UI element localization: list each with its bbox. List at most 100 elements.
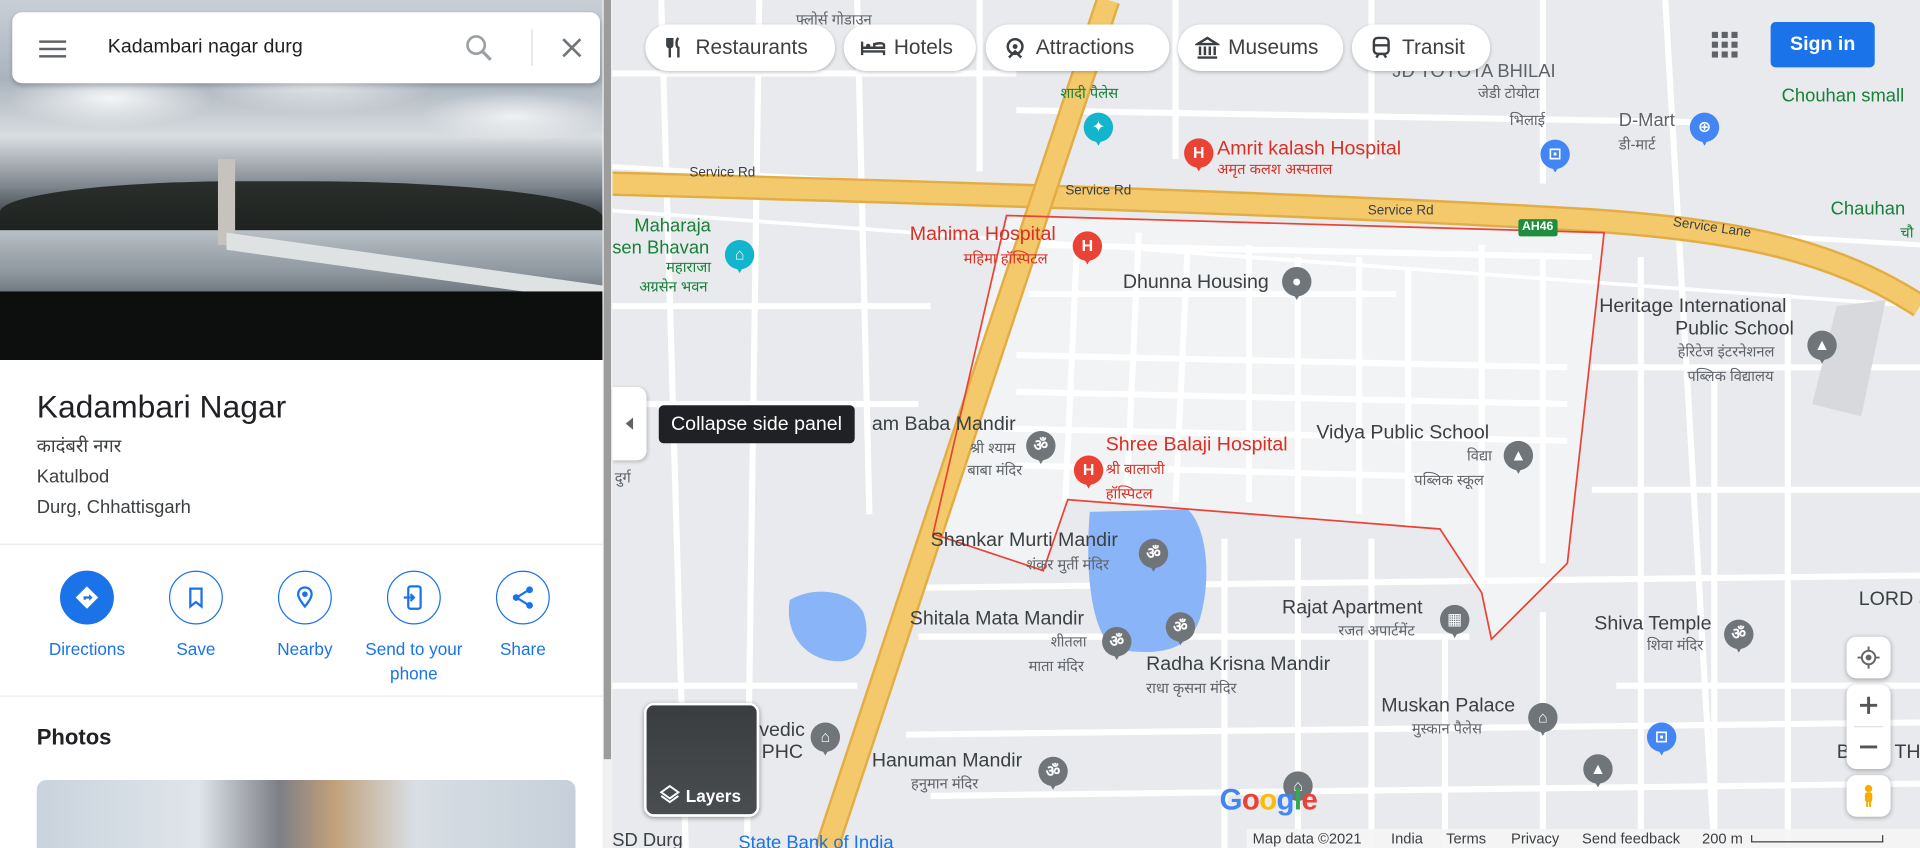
label-amrit-kalash-hospital: Amrit kalash Hospital	[1217, 138, 1402, 160]
landmark-pin-icon-muskan[interactable]: ⌂	[1528, 702, 1558, 736]
label-sd-durg: SD Durg	[612, 830, 683, 848]
footer-privacy-link[interactable]: Privacy	[1511, 829, 1559, 848]
label-shyam-baba-mandir: am Baba Mandir	[871, 413, 1016, 435]
photos-section-title: Photos	[36, 724, 112, 750]
hotel-icon	[860, 41, 886, 56]
sign-in-button[interactable]: Sign in	[1770, 22, 1875, 68]
side-panel: Kadambari Nagar कादंबरी नगर Katulbod Dur…	[0, 0, 613, 848]
label-public-school: Public School	[1675, 318, 1794, 340]
label-dhunna-housing: Dhunna Housing	[1122, 271, 1269, 293]
temple-pin-icon-pond[interactable]: ॐ	[1165, 612, 1196, 646]
label-heritage-hi1: हेरिटेज इंटरनेशनल	[1677, 342, 1775, 361]
shopping-bag-icon-2[interactable]: ⊡	[1646, 722, 1677, 756]
chip-attractions[interactable]: Attractions	[985, 24, 1170, 72]
footer-country[interactable]: India	[1391, 829, 1423, 848]
divider	[0, 695, 603, 697]
hospital-pin-icon-amrit[interactable]: H	[1184, 138, 1214, 172]
zoom-divider	[1853, 726, 1884, 728]
label-rajat-hi: रजत अपार्टमेंट	[1338, 622, 1415, 640]
close-icon[interactable]	[557, 33, 586, 62]
chip-restaurants[interactable]: Restaurants	[645, 24, 836, 72]
label-dmart: D-Mart	[1618, 110, 1675, 132]
shopping-cart-icon[interactable]: ⊕	[1689, 112, 1720, 146]
attraction-pin-icon[interactable]: ✦	[1083, 112, 1114, 146]
landmark-pin-icon-phc[interactable]: ⌂	[810, 722, 841, 756]
nearby-icon	[277, 570, 332, 625]
directions-button[interactable]: Directions	[32, 570, 142, 662]
nearby-button[interactable]: Nearby	[250, 570, 360, 662]
museum-icon	[1195, 36, 1220, 59]
save-label: Save	[176, 639, 216, 659]
label-vidya-hi1: विद्या	[1466, 446, 1492, 465]
label-phc: PHC	[761, 742, 804, 763]
label-mahima-hospital: Mahima Hospital	[909, 224, 1056, 245]
restaurant-icon	[666, 37, 680, 58]
zoom-in-icon[interactable]	[1856, 693, 1880, 717]
school-pin-icon-heritage[interactable]: ▲	[1807, 330, 1837, 364]
hospital-pin-icon-mahima[interactable]: H	[1072, 231, 1103, 265]
action-bar: Directions Save Nearby Send to your phon…	[32, 570, 571, 683]
temple-pin-icon-baba[interactable]: ॐ	[1026, 431, 1056, 465]
label-shitala-mata-mandir: Shitala Mata Mandir	[909, 608, 1085, 630]
landmark-pin-icon-maharaja[interactable]: ⌂	[724, 240, 755, 274]
label-balaji-hi1: श्री बालाजी	[1105, 460, 1165, 478]
label-shree-balaji-hospital: Shree Balaji Hospital	[1105, 434, 1288, 456]
photo-thumbnail[interactable]	[36, 780, 576, 848]
school-pin-icon-bhol[interactable]: ▲	[1583, 754, 1613, 788]
share-icon	[495, 570, 550, 625]
temple-pin-icon-hanuman[interactable]: ॐ	[1038, 756, 1068, 790]
chip-label-restaurants: Restaurants	[695, 35, 808, 59]
scale-label[interactable]: 200 m	[1702, 829, 1743, 848]
save-button[interactable]: Save	[141, 570, 251, 662]
share-button[interactable]: Share	[468, 570, 578, 662]
search-icon[interactable]	[463, 32, 495, 64]
label-muskan-hi: मुस्कान पैलेस	[1411, 720, 1482, 738]
share-label: Share	[499, 639, 546, 659]
directions-icon	[60, 570, 114, 625]
school-pin-icon-vidya[interactable]: ▲	[1503, 440, 1534, 474]
chip-hotels[interactable]: Hotels	[843, 24, 976, 72]
label-vedic: vedic	[759, 720, 805, 741]
scale-bar	[1751, 835, 1884, 843]
place-area: Katulbod	[36, 466, 110, 488]
hospital-pin-icon-balaji[interactable]: H	[1073, 455, 1104, 489]
chip-museums[interactable]: Museums	[1177, 24, 1344, 72]
temple-pin-icon-shitala[interactable]: ॐ	[1102, 626, 1132, 661]
label-baba-hi2: बाबा मंदिर	[967, 461, 1023, 479]
footer-send-feedback-link[interactable]: Send feedback	[1582, 829, 1680, 848]
scrollbar-thumb[interactable]	[603, 0, 612, 760]
collapse-panel-button[interactable]	[612, 386, 647, 461]
label-muskan-palace: Muskan Palace	[1381, 695, 1516, 717]
search-input[interactable]	[107, 31, 451, 64]
shopping-bag-icon[interactable]: ⊡	[1540, 139, 1570, 173]
street-view-pegman-button[interactable]	[1846, 775, 1891, 817]
maps-window: AH46 Service Rd Service Rd Service Rd Se…	[0, 0, 1920, 848]
label-lord-shiv: LORD SHIV	[1858, 588, 1920, 610]
chip-transit[interactable]: Transit	[1351, 24, 1491, 72]
chip-label-attractions: Attractions	[1035, 35, 1135, 59]
place-info: Kadambari Nagar कादंबरी नगर Katulbod Dur…	[37, 387, 576, 523]
search-box	[12, 12, 601, 84]
label-hanuman-hi: हनुमान मंदिर	[911, 775, 979, 793]
footer-terms-link[interactable]: Terms	[1446, 829, 1486, 848]
label-shiva-temple: Shiva Temple	[1594, 613, 1712, 635]
label-jd-toyota-hi1: जेडी टोयोटा	[1477, 84, 1540, 102]
label-balaji-hi2: हॉस्पिटल	[1105, 484, 1153, 503]
my-location-button[interactable]	[1846, 636, 1891, 679]
label-maharaja-hi: महाराजा	[666, 258, 712, 276]
place-city: Durg, Chhattisgarh	[36, 497, 191, 518]
layers-button[interactable]: Layers	[644, 702, 760, 817]
zoom-out-icon[interactable]	[1856, 735, 1880, 759]
chip-label-museums: Museums	[1228, 35, 1319, 59]
temple-pin-icon-shiva[interactable]: ॐ	[1724, 619, 1754, 653]
temple-pin-icon-shankar[interactable]: ॐ	[1138, 538, 1169, 572]
road-label-service-rd-2: Service Rd	[1065, 183, 1132, 199]
nearby-label: Nearby	[277, 639, 333, 659]
label-chauhan-2: Chauhan	[1830, 198, 1906, 220]
place-name-hindi: कादंबरी नगर	[36, 435, 122, 457]
menu-icon[interactable]	[39, 36, 68, 60]
building-pin-icon-rajat[interactable]: ▦	[1440, 604, 1470, 638]
apps-grid-icon[interactable]	[1711, 31, 1739, 59]
send-to-phone-button[interactable]: Send to your phone	[359, 570, 469, 686]
location-pin-icon[interactable]: ●	[1282, 266, 1312, 301]
